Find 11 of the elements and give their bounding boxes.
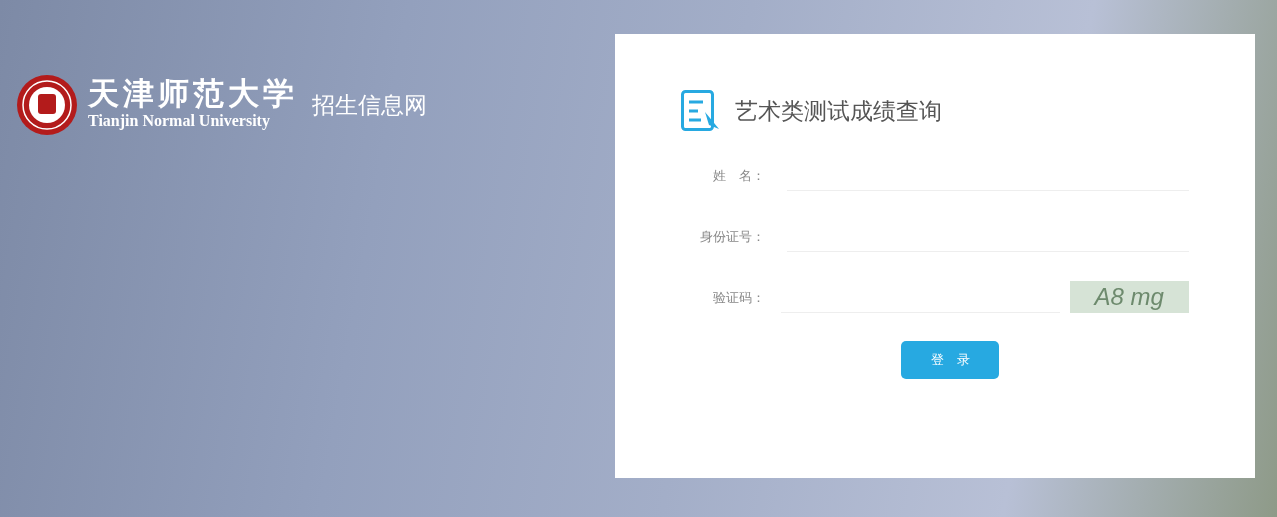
university-name: 天津师范大学 <box>88 74 298 112</box>
form-title: 艺术类测试成绩查询 <box>735 96 942 126</box>
field-label: 姓 名： <box>711 166 765 185</box>
university-seal-icon <box>16 74 78 136</box>
site-title: 招生信息网 <box>312 91 427 120</box>
university-name-english: Tianjin Normal University <box>88 112 271 130</box>
field-label: 验证码： <box>711 288 765 307</box>
captcha-image[interactable]: A8 mg <box>1069 281 1189 313</box>
field-label: 身份证号： <box>698 227 765 246</box>
login-button[interactable]: 登 录 <box>901 341 999 379</box>
document-edit-icon <box>681 90 721 132</box>
